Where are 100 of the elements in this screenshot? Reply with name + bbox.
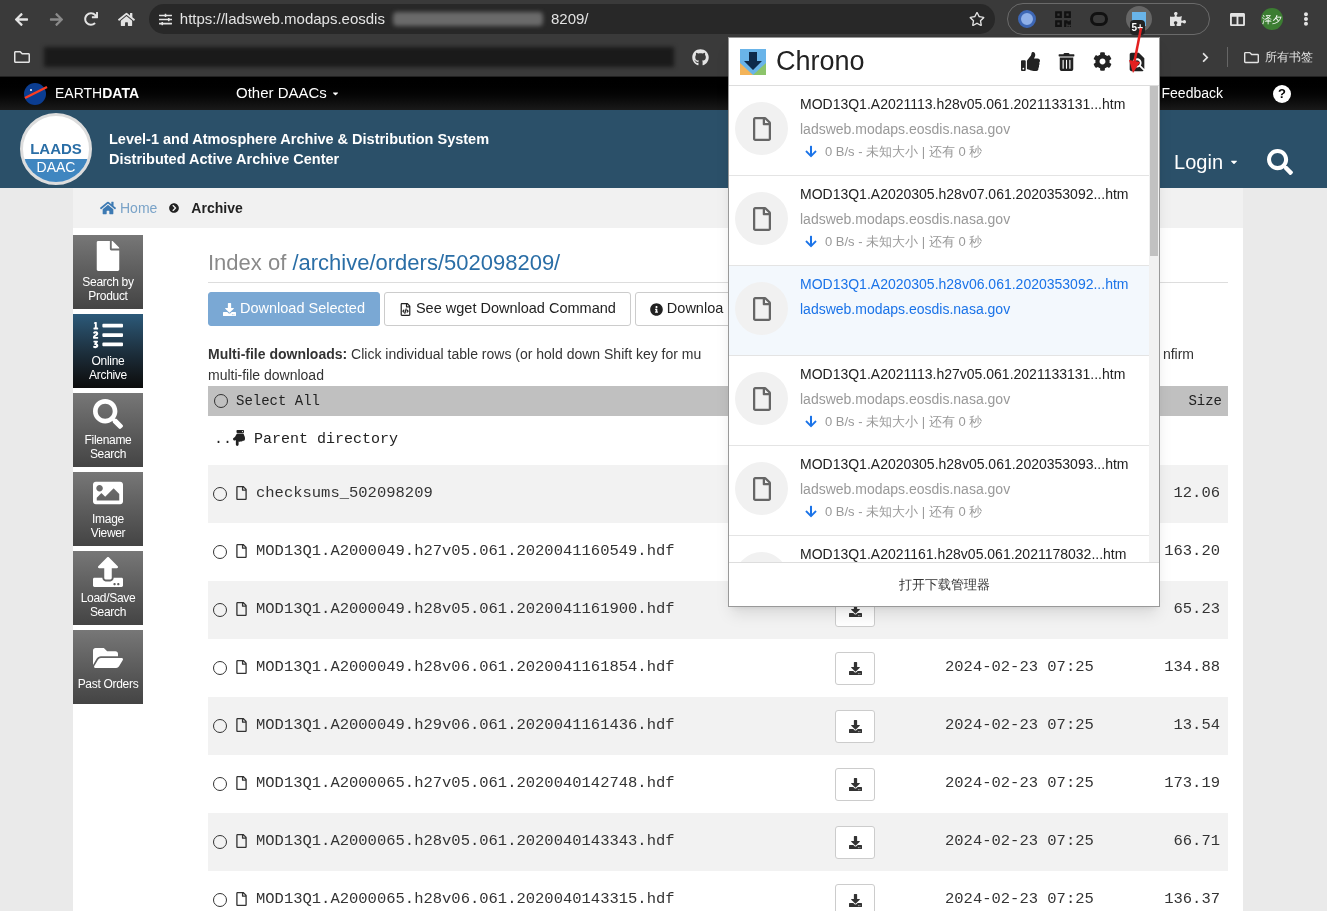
info-icon [649, 302, 663, 316]
download-item[interactable]: MOD13Q1.A2020305.h28v05.061.2020353093...htm ladsweb.modaps.eosdis.nasa.gov 0 B/s - 未知大小 | 还有 0 秒 [729, 446, 1149, 536]
column-header: Size [1188, 391, 1222, 411]
agency-logo-icon [23, 81, 49, 106]
site-brand[interactable]: EARTHDATA [55, 83, 139, 104]
file-icon [751, 386, 772, 411]
sidebar-item[interactable]: Online Archive [73, 314, 143, 388]
page-title: Index of /archive/orders/502098209/ [208, 250, 561, 275]
file-icon [236, 775, 247, 790]
instructions-text: multi-file download [208, 367, 324, 383]
feedback-link[interactable]: Feedback [1161, 83, 1223, 104]
table-row[interactable]: MOD13Q1.A2000049.h29v06.061.2020041161436.hdf 2024-02-23 07:25 13.54 [208, 697, 1228, 755]
select-all-label[interactable]: Select All [236, 390, 320, 412]
sidebar-label: Search by Product [82, 275, 134, 303]
more-bookmarks-icon[interactable] [1200, 51, 1211, 63]
popup-title: Chrono [776, 45, 865, 79]
download-file-name: MOD13Q1.A2020305.h28v07.061.2020353092...htm [800, 185, 1129, 204]
download-icon [848, 661, 862, 675]
code-file-icon [398, 302, 412, 316]
folder-icon[interactable] [1244, 49, 1259, 65]
file-icon [236, 601, 247, 616]
open-manager-button[interactable]: 打开下载管理器 [729, 562, 1159, 606]
sidebar-item[interactable]: Past Orders [73, 630, 143, 704]
address-bar[interactable]: https://ladsweb.modaps.eosdis 8209/ [148, 4, 995, 34]
file-icon [236, 543, 247, 558]
caret-icon [330, 89, 340, 98]
sidebar-label: Past Orders [77, 677, 139, 691]
download-status: 0 B/s - 未知大小 | 还有 0 秒 [825, 503, 983, 521]
all-bookmarks-link[interactable]: 所有书签 [1265, 48, 1313, 66]
download-host: ladsweb.modaps.eosdis.nasa.gov [800, 120, 1012, 139]
forward-icon[interactable] [48, 11, 64, 27]
download-icon [805, 145, 817, 159]
file-name: MOD13Q1.A2000049.h28v06.061.2020041161854.hdf [256, 657, 675, 679]
url-text: https://ladsweb.modaps.eosdis [179, 8, 385, 29]
size-cell-text: 13.54 [1173, 715, 1220, 737]
download-status: 0 B/s - 未知大小 | 还有 0 秒 [825, 233, 983, 251]
bookmark-star-icon[interactable] [968, 11, 985, 27]
download-item[interactable]: MOD13Q1.A2020305.h28v07.061.2020353092...htm ladsweb.modaps.eosdis.nasa.gov 0 B/s - 未知大小 | 还有 0 秒 [729, 176, 1149, 266]
parent-directory-link[interactable]: Parent directory [254, 429, 399, 452]
sidebar-item[interactable]: Search by Product [73, 235, 143, 309]
download-icon [805, 235, 817, 249]
trash-icon[interactable] [1058, 52, 1075, 71]
extensions-icon[interactable] [1169, 11, 1186, 27]
download-item[interactable]: MOD13Q1.A2020305.h28v06.061.2020353092...htm ladsweb.modaps.eosdis.nasa.gov [729, 266, 1149, 356]
download-host: ladsweb.modaps.eosdis.nasa.gov [800, 390, 1012, 409]
size-cell-text: 65.23 [1173, 599, 1220, 621]
download-status: 0 B/s - 未知大小 | 还有 0 秒 [825, 143, 983, 161]
sidebar-label: Filename Search [84, 433, 132, 461]
download-button[interactable] [835, 825, 875, 859]
help-icon[interactable]: ? [1273, 84, 1291, 103]
home-icon[interactable] [117, 10, 135, 28]
sidebar-label: Online Archive [89, 354, 127, 382]
download-item[interactable]: MOD13Q1.A2021113.h28v05.061.2021133131...htm ladsweb.modaps.eosdis.nasa.gov 0 B/s - 未知大小 | 还有 0 秒 [729, 86, 1149, 176]
date-cell: 2024-02-23 07:25 [945, 716, 1094, 735]
github-icon[interactable] [692, 48, 709, 66]
file-icon [751, 296, 772, 321]
login-menu[interactable]: Login [1174, 146, 1239, 177]
other-daacs-menu[interactable]: Other DAACs [236, 82, 340, 105]
site-settings-icon[interactable] [158, 12, 172, 26]
settings-icon[interactable] [1093, 52, 1112, 71]
download-button[interactable] [835, 883, 875, 911]
table-row[interactable]: MOD13Q1.A2000065.h28v05.061.2020040143343.hdf 2024-02-23 07:25 66.71 [208, 813, 1228, 871]
parent-dots: .. [214, 430, 232, 451]
pointing-hand-icon [232, 429, 246, 446]
download-button[interactable] [835, 709, 875, 743]
thumbs-up-icon[interactable] [1021, 52, 1040, 71]
file-name: MOD13Q1.A2000065.h28v06.061.2020040143315.hdf [256, 889, 675, 911]
toolbar-button[interactable]: See wget Download Command [383, 292, 631, 326]
extension-icon[interactable] [1017, 10, 1036, 28]
download-button[interactable] [835, 651, 875, 685]
avatar[interactable]: 泽夕 [1261, 8, 1283, 30]
download-icon [223, 302, 236, 316]
sidebar-item[interactable]: Image Viewer [73, 472, 143, 546]
sidebar-label: Load/Save Search [80, 591, 136, 619]
sidebar-item[interactable]: Load/Save Search [73, 551, 143, 625]
logo-text: LAADS [30, 140, 82, 156]
file-icon [236, 833, 247, 848]
file-name: checksums_502098209 [256, 483, 433, 505]
download-icon [805, 415, 817, 429]
size-cell-text: 163.20 [1164, 541, 1220, 563]
download-icon [848, 893, 862, 907]
download-host: ladsweb.modaps.eosdis.nasa.gov [800, 210, 1012, 229]
back-icon[interactable] [14, 11, 29, 27]
header-title: Distributed Active Archive Center [109, 150, 341, 169]
sidebar-item[interactable]: Filename Search [73, 393, 143, 467]
upload-icon [93, 557, 123, 587]
reload-icon[interactable] [83, 12, 98, 26]
download-item[interactable]: MOD13Q1.A2021113.h27v05.061.2021133131...htm ladsweb.modaps.eosdis.nasa.gov 0 B/s - 未知大小 | 还有 0 秒 [729, 356, 1149, 446]
url-text: 8209/ [550, 8, 589, 29]
file-icon [751, 206, 772, 231]
download-file-name: MOD13Q1.A2021113.h27v05.061.2021133131...htm [800, 365, 1126, 384]
folder-icon[interactable] [14, 49, 30, 65]
side-panel-icon[interactable] [1230, 11, 1246, 27]
search-icon[interactable] [1267, 148, 1293, 175]
date-cell: 2024-02-23 07:25 [945, 832, 1094, 851]
date-cell: 2024-02-23 07:25 [945, 774, 1094, 793]
breadcrumb-current: Archive [191, 198, 243, 218]
download-icon [848, 719, 862, 733]
file-icon [236, 717, 247, 732]
download-button[interactable] [835, 767, 875, 801]
